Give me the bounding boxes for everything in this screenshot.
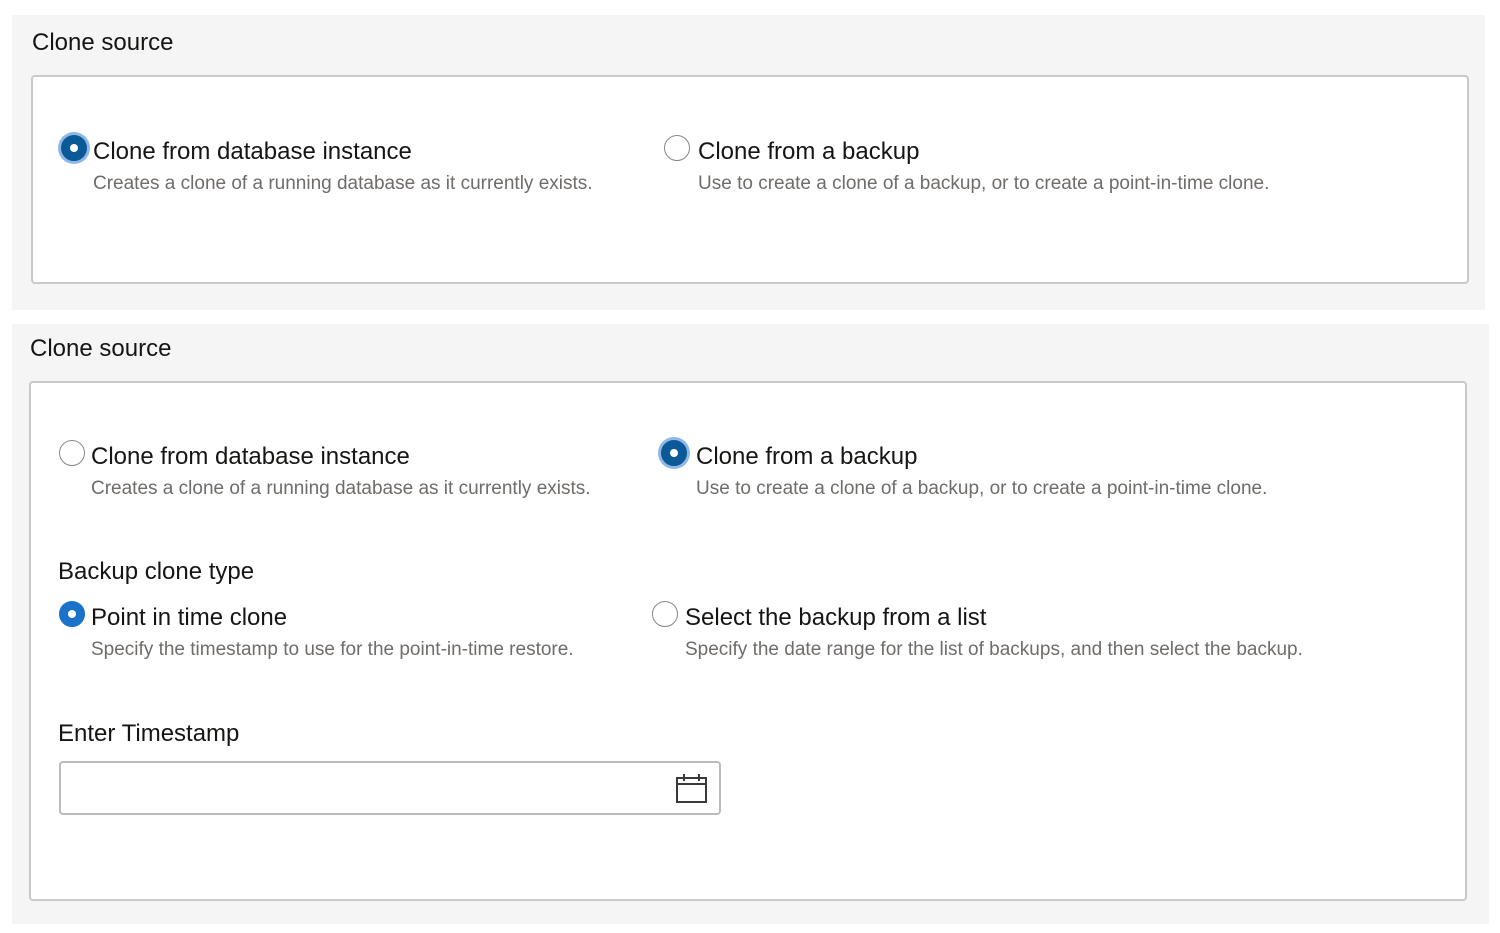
calendar-icon[interactable] [675,773,709,805]
backup-clone-type-label: Backup clone type [58,558,255,585]
panel-title: Clone source [32,29,174,56]
radio-point-in-time-clone[interactable] [59,601,85,627]
option-description: Use to create a clone of a backup, or to… [696,478,1268,499]
enter-timestamp-label: Enter Timestamp [58,720,240,747]
radio-select-backup-from-list[interactable] [652,601,678,627]
option-description: Specify the timestamp to use for the poi… [91,639,574,660]
option-description: Creates a clone of a running database as… [91,478,591,499]
radio-clone-from-a-backup[interactable] [661,440,687,466]
radio-clone-from-a-backup[interactable] [664,135,690,161]
clone-source-panel-2: Clone source Clone from database instanc… [12,324,1489,924]
option-label[interactable]: Clone from database instance [91,443,410,471]
option-description: Use to create a clone of a backup, or to… [698,173,1270,194]
radio-clone-from-database-instance[interactable] [61,135,87,161]
option-description: Creates a clone of a running database as… [93,173,593,194]
option-label[interactable]: Point in time clone [91,604,287,632]
radio-clone-from-database-instance[interactable] [59,440,85,466]
option-label[interactable]: Select the backup from a list [685,604,986,632]
timestamp-input[interactable] [69,769,663,809]
option-label[interactable]: Clone from a backup [698,138,919,166]
panel-title: Clone source [30,335,172,362]
option-label[interactable]: Clone from database instance [93,138,412,166]
option-description: Specify the date range for the list of b… [685,639,1303,660]
timestamp-field[interactable] [59,761,721,815]
option-label[interactable]: Clone from a backup [696,443,917,471]
clone-source-box: Clone from database instance Creates a c… [31,75,1469,284]
clone-source-panel-1: Clone source Clone from database instanc… [12,15,1485,310]
clone-source-box: Clone from database instance Creates a c… [29,381,1467,901]
